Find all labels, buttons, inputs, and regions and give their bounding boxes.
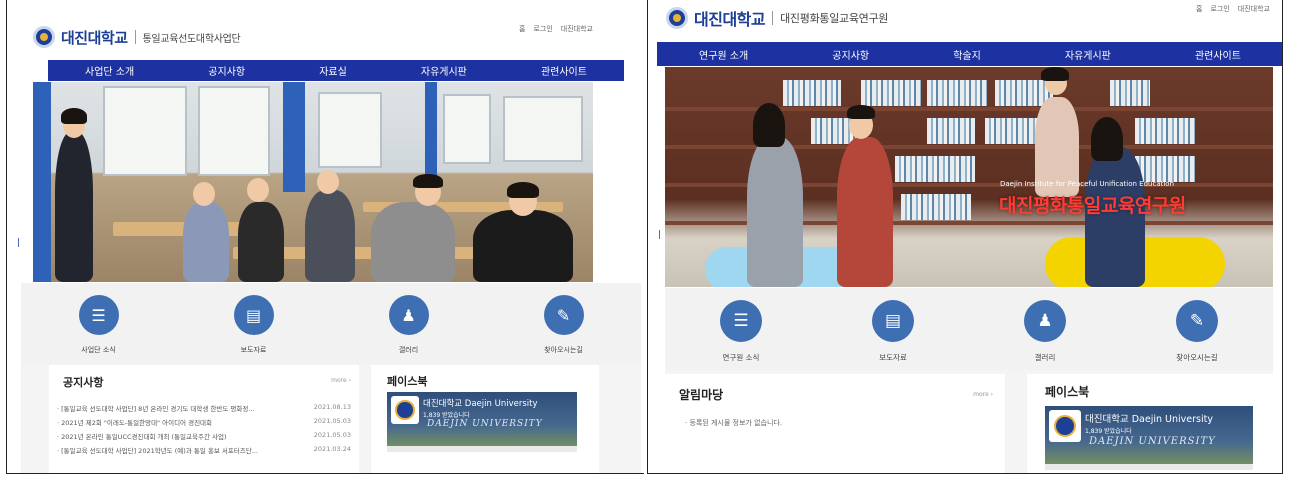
person-icon: ♟ [1024, 300, 1066, 342]
login-link[interactable]: 로그인 [1210, 4, 1229, 14]
campus-sign-watermark: DAEJIN UNIVERSITY [427, 419, 543, 429]
bottom-section: 공지사항 more › · [통일교육 선도대학 사업단] 8년 온라인 경기도… [21, 365, 641, 473]
quick-item-news[interactable]: ☰ 연구원 소식 [720, 300, 762, 363]
quick-label: 연구원 소식 [722, 353, 760, 362]
hero-library-image: Daejin Institute for Peaceful Unificatio… [665, 67, 1273, 287]
university-emblem-icon [666, 7, 688, 29]
hero-classroom-image [33, 82, 593, 282]
notice-title: 알림마당 [679, 388, 724, 402]
nav-item-journal[interactable]: 학술지 [953, 47, 981, 62]
nav-item-free-board[interactable]: 자유게시판 [1065, 47, 1111, 62]
book-icon: ▤ [233, 295, 274, 335]
quick-item-directions[interactable]: ✎ 찾아오시는길 [543, 295, 584, 355]
quick-label: 사업단 소식 [81, 346, 116, 354]
quick-item-gallery[interactable]: ♟ 갤러리 [1024, 300, 1066, 363]
main-nav: 사업단 소개 공지사항 자료실 자유게시판 관련사이트 [48, 60, 624, 81]
facebook-page-name: 대진대학교 Daejin University [1085, 414, 1213, 425]
facebook-panel: 페이스북 대진대학교 Daejin University 1,839 받았습니다… [371, 365, 599, 473]
facebook-title: 페이스북 [387, 375, 428, 388]
list-item[interactable]: · 2021년 제2회 "이래도-통일한망대" 아이디어 경진대회 2021.0… [57, 417, 351, 429]
nav-item-notice[interactable]: 공지사항 [832, 47, 869, 62]
nav-item-archive[interactable]: 자료실 [319, 63, 347, 78]
person-icon: ♟ [388, 295, 429, 335]
stack-icon: ☰ [78, 295, 119, 335]
nav-item-related-sites[interactable]: 관련사이트 [541, 63, 587, 78]
quick-label: 갤러리 [398, 346, 419, 354]
utility-links: 홈 로그인 대진대학교 [1196, 4, 1270, 14]
quick-label: 찾아오시는길 [544, 346, 583, 354]
right-site-screenshot: 대진대학교 대진평화통일교육연구원 홈 로그인 대진대학교 연구원 소개 공지사… [647, 0, 1283, 474]
site-subtitle: 통일교육선도대학사업단 [142, 33, 241, 45]
quick-item-press[interactable]: ▤ 보도자료 [233, 295, 274, 355]
notice-title: 공지사항 [63, 376, 104, 389]
empty-list-message: · 등록된 게시물 정보가 없습니다. [685, 419, 783, 427]
login-link[interactable]: 로그인 [533, 24, 552, 34]
university-emblem-icon [33, 26, 55, 48]
home-link[interactable]: 홈 [519, 24, 525, 34]
quick-label: 보도자료 [879, 353, 907, 362]
university-name: 대진대학교 [61, 28, 128, 47]
more-link[interactable]: more › [973, 391, 993, 398]
notice-panel: 알림마당 more › · 등록된 게시물 정보가 없습니다. [665, 374, 1005, 473]
university-link[interactable]: 대진대학교 [561, 24, 593, 34]
university-link[interactable]: 대진대학교 [1238, 4, 1270, 14]
facebook-page-name: 대진대학교 Daejin University [423, 399, 538, 409]
home-link[interactable]: 홈 [1196, 4, 1202, 14]
stack-icon: ☰ [720, 300, 762, 342]
quick-item-news[interactable]: ☰ 사업단 소식 [78, 295, 119, 355]
quick-label: 갤러리 [1034, 353, 1056, 362]
book-icon: ▤ [872, 300, 914, 342]
list-item[interactable]: · [통일교육 선도대학 사업단] 2021학년도 (예)과 통일 홍보 서포터… [57, 445, 351, 457]
pen-icon: ✎ [543, 295, 584, 335]
facebook-likes: 1,839 받았습니다 [423, 412, 470, 419]
facebook-card-footer [1045, 464, 1253, 470]
quick-menu: ☰ 연구원 소식 ▤ 보도자료 ♟ 갤러리 ✎ 찾아오시는길 [665, 288, 1273, 370]
more-link[interactable]: more › [331, 377, 351, 384]
hero-title-english: Daejin Institute for Peaceful Unificatio… [1000, 180, 1175, 188]
utility-links: 홈 로그인 대진대학교 [519, 24, 593, 34]
university-name: 대진대학교 [694, 10, 766, 29]
right-logo[interactable]: 대진대학교 대진평화통일교육연구원 [666, 6, 888, 30]
nav-item-free-board[interactable]: 자유게시판 [421, 63, 467, 78]
logo-divider [772, 11, 774, 25]
main-nav: 연구원 소개 공지사항 학술지 자유게시판 관련사이트 [657, 42, 1282, 66]
facebook-title: 페이스북 [1045, 385, 1090, 399]
quick-label: 찾아오시는길 [1176, 353, 1218, 362]
pen-icon: ✎ [1176, 300, 1218, 342]
nav-item-about[interactable]: 사업단 소개 [85, 63, 134, 78]
facebook-page-emblem-icon [1049, 410, 1081, 442]
notice-panel: 공지사항 more › · [통일교육 선도대학 사업단] 8년 온라인 경기도… [49, 365, 359, 473]
facebook-likes: 1,839 받았습니다 [1085, 428, 1132, 435]
nav-item-related-sites[interactable]: 관련사이트 [1195, 47, 1241, 62]
edge-marker: | [17, 238, 21, 248]
logo-divider [134, 30, 136, 44]
facebook-panel: 페이스북 대진대학교 Daejin University 1,839 받았습니다… [1027, 374, 1273, 473]
quick-label: 보도자료 [240, 346, 267, 354]
quick-item-directions[interactable]: ✎ 찾아오시는길 [1176, 300, 1218, 363]
left-logo[interactable]: 대진대학교 통일교육선도대학사업단 [33, 26, 241, 48]
nav-item-about[interactable]: 연구원 소개 [699, 47, 748, 62]
quick-item-press[interactable]: ▤ 보도자료 [872, 300, 914, 363]
quick-menu: ☰ 사업단 소식 ▤ 보도자료 ♟ 갤러리 ✎ 찾아오시는길 [21, 283, 641, 365]
list-item[interactable]: · [통일교육 선도대학 사업단] 8년 온라인 경기도 대학생 한반도 평화정… [57, 403, 351, 415]
hero-title-korean: 대진평화통일교육연구원 [999, 195, 1186, 217]
edge-marker: | [658, 230, 662, 240]
left-site-screenshot: 대진대학교 통일교육선도대학사업단 홈 로그인 대진대학교 사업단 소개 공지사… [6, 0, 644, 474]
list-item[interactable]: · 2021년 온라인 통일UCC경진대회 개최 (통일교육주간 사업) 202… [57, 431, 351, 443]
site-subtitle: 대진평화통일교육연구원 [780, 12, 889, 25]
campus-sign-watermark: DAEJIN UNIVERSITY [1089, 436, 1216, 447]
facebook-card-footer [387, 446, 577, 452]
facebook-page-card[interactable]: 대진대학교 Daejin University 1,839 받았습니다 DAEJ… [387, 392, 577, 452]
facebook-page-emblem-icon [391, 396, 419, 424]
nav-item-notice[interactable]: 공지사항 [208, 63, 245, 78]
quick-item-gallery[interactable]: ♟ 갤러리 [388, 295, 429, 355]
facebook-page-card[interactable]: 대진대학교 Daejin University 1,839 받았습니다 DAEJ… [1045, 406, 1253, 470]
bottom-section: 알림마당 more › · 등록된 게시물 정보가 없습니다. 페이스북 대진대… [665, 370, 1273, 473]
